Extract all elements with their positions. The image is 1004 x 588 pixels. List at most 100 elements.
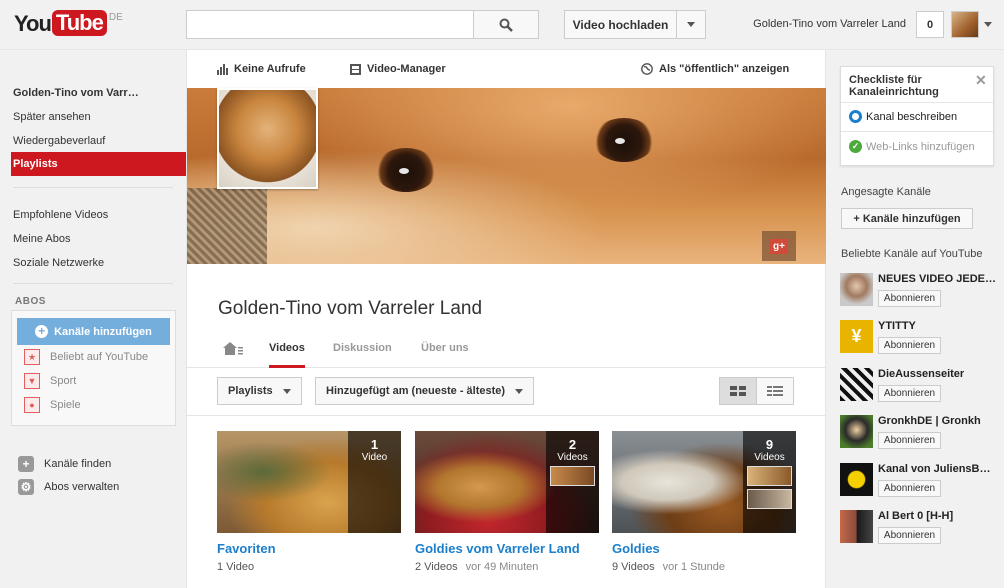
views-label: Keine Aufrufe [234,63,306,75]
star-icon: ★ [24,349,40,365]
add-channels-label: Kanäle hinzufügen [54,325,152,338]
subscribe-button[interactable]: Abonnieren [878,385,941,402]
guide-item-history[interactable]: Wiedergabeverlauf [13,135,105,147]
guide-item-watch-later[interactable]: Später ansehen [13,111,91,123]
playlists-dropdown[interactable]: Playlists [217,377,302,405]
guide-sidebar: Golden-Tino vom Varr… Später ansehen Wie… [0,50,186,588]
close-icon[interactable]: ✕ [975,72,987,89]
checkmark-icon: ✓ [849,140,862,153]
subscribe-button[interactable]: Abonnieren [878,337,941,354]
channel-thumbnail[interactable] [840,273,873,306]
abos-item-label: Sport [50,375,77,387]
notification-count[interactable]: 0 [916,11,944,38]
channel-name[interactable]: YTITTY [878,320,996,332]
manage-subs-link[interactable]: ⚙ Abos verwalten [18,479,119,495]
abos-item-popular[interactable]: ★ Beliebt auf YouTube [24,349,148,365]
video-manager-link[interactable]: Video-Manager [350,63,446,75]
playlist-count-label: Videos [754,452,785,463]
film-icon [350,63,361,75]
banner-fur [187,188,267,264]
checklist-divider [841,131,993,132]
account-menu-chevron-down-icon[interactable] [984,22,992,27]
find-channels-link[interactable]: + Kanäle finden [18,456,111,472]
guide-item-social[interactable]: Soziale Netzwerke [13,257,104,269]
playlist-updated: vor 1 Stunde [662,561,725,573]
channel-name[interactable]: GronkhDE | Gronkh [878,415,996,427]
playlist-title[interactable]: Goldies [612,541,796,556]
avatar[interactable] [951,11,979,38]
playlist-video-count: 9 Videos [612,561,655,573]
guide-item-playlists[interactable]: Playlists [11,152,186,176]
subscribe-button[interactable]: Abonnieren [878,290,941,307]
playlist-count-label: Video [361,452,388,463]
tab-about[interactable]: Über uns [421,342,469,368]
checklist-item-label: Kanal beschreiben [866,110,958,123]
list-item: Kanal von JuliensB… Abonnieren [840,463,1004,499]
guide-divider [13,283,173,284]
guide-item-recommended[interactable]: Empfohlene Videos [13,209,108,221]
channel-avatar[interactable] [217,88,318,189]
youtube-logo[interactable]: You Tube DE [14,10,123,38]
subscribe-button[interactable]: Abonnieren [878,527,941,544]
channel-title: Golden-Tino vom Varreler Land [218,298,483,319]
playlist-item[interactable]: 9 Videos Goldies 9 Videos vor 1 Stunde [612,431,796,573]
upload-menu-button[interactable] [676,10,706,39]
channel-thumbnail[interactable] [840,463,873,496]
channel-thumbnail[interactable]: ¥ [840,320,873,353]
mini-thumbnail [550,466,595,486]
channel-thumbnail[interactable] [840,368,873,401]
channel-thumbnail[interactable] [840,415,873,448]
views-stat[interactable]: Keine Aufrufe [217,63,306,75]
channel-name[interactable]: Al Bert 0 [H-H] [878,510,996,522]
grid-view-button[interactable] [719,377,757,405]
abos-item-sport[interactable]: ▼ Sport [24,373,76,389]
list-view-button[interactable] [756,377,794,405]
find-channels-label: Kanäle finden [44,458,112,470]
user-name[interactable]: Golden-Tino vom Varreler Land [744,18,906,30]
playlist-thumbnail[interactable]: 9 Videos [612,431,796,533]
playlist-thumbnail[interactable]: 2 Videos [415,431,599,533]
logo-you: You [14,11,52,36]
home-icon[interactable] [222,340,244,356]
playlist-title[interactable]: Favoriten [217,541,401,556]
playlist-video-count: 2 Videos [415,561,458,573]
manage-subs-label: Abos verwalten [44,481,120,493]
abos-item-label: Beliebt auf YouTube [50,351,149,363]
playlist-item[interactable]: 1 Video Favoriten 1 Video [217,431,401,573]
playlist-title[interactable]: Goldies vom Varreler Land [415,541,599,556]
playlist-thumbnail[interactable]: 1 Video [217,431,401,533]
playlist-count-overlay: 1 Video [348,431,401,533]
chevron-down-icon [282,388,291,394]
checklist-item-describe[interactable]: Kanal beschreiben [849,110,957,123]
checklist-item-weblinks[interactable]: ✓ Web-Links hinzufügen [849,140,975,153]
channel-thumbnail[interactable] [840,510,873,543]
tab-discussion[interactable]: Diskussion [333,342,392,368]
checklist-title: Checkliste für Kanaleinrichtung [849,74,939,98]
abos-item-label: Spiele [50,399,81,411]
google-plus-button[interactable]: g+ [762,231,796,261]
subscribe-button[interactable]: Abonnieren [878,432,941,449]
search-input[interactable] [186,10,474,39]
logo-tube: Tube [51,10,107,36]
playlist-meta: 2 Videos vor 49 Minuten [415,561,599,573]
search-button[interactable] [473,10,539,39]
add-channels-button[interactable]: + Kanäle hinzufügen [17,318,170,345]
tab-videos[interactable]: Videos [269,342,305,368]
subscribe-button[interactable]: Abonnieren [878,480,941,497]
channel-name[interactable]: DieAussenseiter [878,368,996,380]
channel-name[interactable]: Kanal von JuliensB… [878,463,996,475]
view-as-public-label: Als "öffentlich" anzeigen [659,63,790,75]
guide-item-channel[interactable]: Golden-Tino vom Varr… [13,87,139,99]
playlist-updated: vor 49 Minuten [465,561,539,573]
view-as-public-link[interactable]: Als "öffentlich" anzeigen [641,63,789,75]
channel-name[interactable]: NEUES VIDEO JEDEN… [878,273,996,285]
abos-item-games[interactable]: ● Spiele [24,397,81,413]
list-item: NEUES VIDEO JEDEN… Abonnieren [840,273,1004,309]
add-featured-channels-button[interactable]: + Kanäle hinzufügen [841,208,973,229]
guide-item-my-subs[interactable]: Meine Abos [13,233,70,245]
upload-button[interactable]: Video hochladen [564,10,677,39]
abos-heading: ABOS [15,296,46,307]
playlist-item[interactable]: 2 Videos Goldies vom Varreler Land 2 Vid… [415,431,599,573]
sort-dropdown[interactable]: Hinzugefügt am (neueste - älteste) [315,377,535,405]
playlist-count-label: Videos [557,452,588,463]
